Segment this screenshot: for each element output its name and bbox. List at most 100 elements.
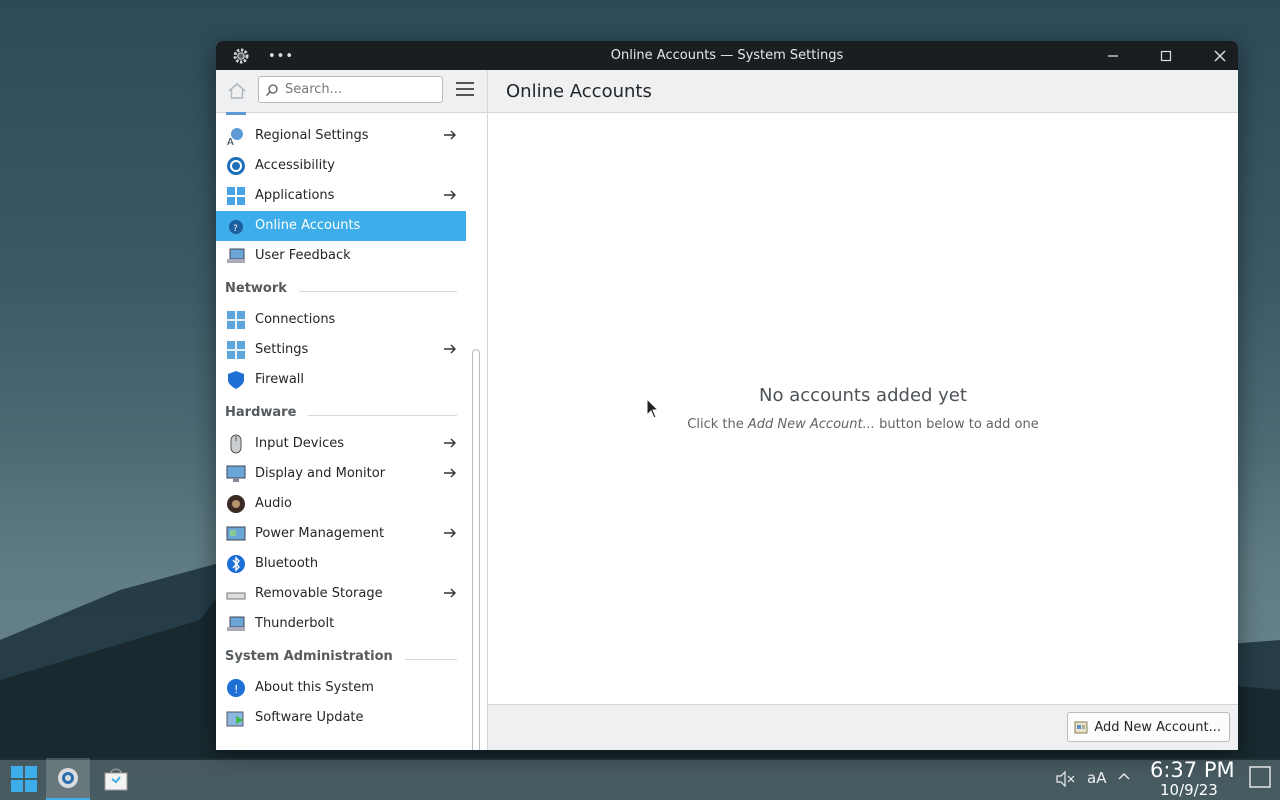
power-icon <box>226 524 246 544</box>
removable-storage-icon <box>226 584 246 604</box>
arrow-right-icon <box>442 127 458 143</box>
sidebar: A Regional Settings Accessibility Applicati… <box>216 70 488 750</box>
taskbar: aA 6:37 PM 10/9/23 <box>0 758 1280 800</box>
monitor-icon <box>226 464 246 484</box>
empty-sub-suffix: button below to add one <box>875 417 1039 432</box>
sidebar-item-bluetooth[interactable]: Bluetooth <box>216 549 466 579</box>
svg-text:A: A <box>227 137 234 146</box>
sidebar-item-label: Software Update <box>255 710 364 725</box>
sidebar-item-label: Settings <box>255 342 309 357</box>
sidebar-item-user-feedback[interactable]: User Feedback <box>216 241 466 271</box>
svg-text:?: ? <box>233 224 238 234</box>
sidebar-item-connections[interactable]: Connections <box>216 305 466 335</box>
sidebar-item-label: Online Accounts <box>255 218 361 233</box>
minimize-button[interactable] <box>1093 41 1133 70</box>
sidebar-item-online-accounts[interactable]: ? Online Accounts <box>216 211 466 241</box>
sidebar-item-label: Bluetooth <box>255 556 319 571</box>
home-icon[interactable] <box>226 80 248 102</box>
taskbar-system-settings[interactable] <box>46 758 90 800</box>
sidebar-item-about-this-system[interactable]: ! About this System <box>216 673 466 703</box>
taskbar-discover[interactable] <box>94 758 138 800</box>
applications-icon <box>226 186 246 206</box>
info-icon: ! <box>226 678 246 698</box>
volume-muted-icon[interactable] <box>1055 770 1077 792</box>
sidebar-item-firewall[interactable]: Firewall <box>216 365 466 395</box>
arrow-right-icon <box>442 341 458 357</box>
section-header: Hardware <box>225 405 457 425</box>
sidebar-item-accessibility[interactable]: Accessibility <box>216 151 466 181</box>
clock-date[interactable]: 10/9/23 <box>1160 781 1218 799</box>
svg-text:!: ! <box>234 683 238 696</box>
sidebar-item-label: Applications <box>255 188 335 203</box>
page-footer: Add New Account... <box>488 704 1238 750</box>
sidebar-item-regional-settings[interactable]: A Regional Settings <box>216 121 466 151</box>
window-title: Online Accounts — System Settings <box>610 48 844 63</box>
sidebar-item-label: Power Management <box>255 526 385 541</box>
section-title: Hardware <box>225 405 297 420</box>
system-settings-window: ••• Online Accounts — System Settings A R… <box>216 41 1238 750</box>
mouse-cursor-icon <box>646 398 660 419</box>
scrolled-item-icon <box>226 112 246 115</box>
add-account-icon <box>1074 721 1088 734</box>
page-header: Online Accounts <box>488 70 1238 113</box>
section-divider <box>299 291 457 292</box>
sidebar-item-label: Connections <box>255 312 336 327</box>
clock-time[interactable]: 6:37 PM <box>1150 758 1235 782</box>
maximize-button[interactable] <box>1146 41 1186 70</box>
page-title: Online Accounts <box>506 81 652 102</box>
sidebar-item-label: Removable Storage <box>255 586 383 601</box>
section-header: System Administration <box>225 649 457 669</box>
search-field[interactable] <box>258 76 443 103</box>
sidebar-item-settings[interactable]: Settings <box>216 335 466 365</box>
empty-state-subtitle: Click the Add New Account... button belo… <box>488 417 1238 432</box>
sidebar-item-label: Thunderbolt <box>255 616 335 631</box>
section-divider <box>308 415 457 416</box>
section-divider <box>405 659 457 660</box>
sidebar-scrollbar[interactable] <box>472 349 480 750</box>
sidebar-item-label: Firewall <box>255 372 305 387</box>
user-feedback-icon <box>226 246 246 266</box>
close-button[interactable] <box>1200 41 1238 70</box>
speaker-icon <box>226 494 246 514</box>
font-size-icon[interactable]: aA <box>1087 769 1106 787</box>
thunderbolt-icon <box>226 614 246 634</box>
arrow-right-icon <box>442 435 458 451</box>
firewall-icon <box>226 370 246 390</box>
sidebar-list: A Regional Settings Accessibility Applicati… <box>216 112 466 750</box>
empty-state-title: No accounts added yet <box>759 385 967 406</box>
sidebar-item-power-management[interactable]: Power Management <box>216 519 466 549</box>
empty-sub-prefix: Click the <box>687 417 748 432</box>
sidebar-header <box>216 70 487 113</box>
arrow-right-icon <box>442 525 458 541</box>
discover-shopping-bag-icon <box>104 768 128 791</box>
title-bar: ••• Online Accounts — System Settings <box>216 41 1238 70</box>
section-header: Network <box>225 281 457 301</box>
sidebar-item-display-and-monitor[interactable]: Display and Monitor <box>216 459 466 489</box>
sidebar-item-label: About this System <box>255 680 374 695</box>
main-content: No accounts added yet Click the Add New … <box>488 113 1238 704</box>
arrow-right-icon <box>442 465 458 481</box>
sidebar-item-audio[interactable]: Audio <box>216 489 466 519</box>
network-settings-icon <box>226 340 246 360</box>
system-settings-app-icon <box>58 768 78 788</box>
start-menu-icon[interactable] <box>2 758 46 800</box>
add-new-account-button[interactable]: Add New Account... <box>1067 712 1230 742</box>
online-accounts-icon: ? <box>226 216 246 236</box>
show-desktop-icon[interactable] <box>1249 766 1271 794</box>
sidebar-item-label: Display and Monitor <box>255 466 386 481</box>
sidebar-item-applications[interactable]: Applications <box>216 181 466 211</box>
sidebar-item-software-update[interactable]: Software Update <box>216 703 466 733</box>
chevron-up-icon[interactable] <box>1117 770 1131 788</box>
bluetooth-icon <box>226 554 246 574</box>
section-title: Network <box>225 281 287 296</box>
arrow-right-icon <box>442 187 458 203</box>
sidebar-item-removable-storage[interactable]: Removable Storage <box>216 579 466 609</box>
arrow-right-icon <box>442 585 458 601</box>
search-icon <box>266 84 278 96</box>
sidebar-item-input-devices[interactable]: Input Devices <box>216 429 466 459</box>
sidebar-item-thunderbolt[interactable]: Thunderbolt <box>216 609 466 639</box>
hamburger-menu-icon[interactable] <box>456 82 474 98</box>
search-input[interactable] <box>283 81 437 98</box>
connections-icon <box>226 310 246 330</box>
sidebar-item-label: Regional Settings <box>255 128 369 143</box>
